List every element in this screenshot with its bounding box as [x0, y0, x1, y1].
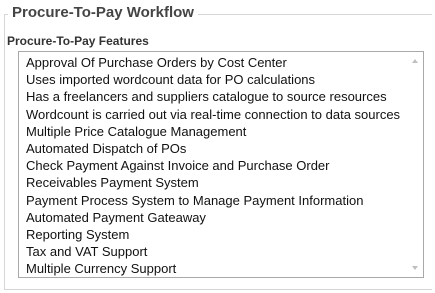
list-item[interactable]: Check Payment Against Invoice and Purcha… [26, 157, 406, 174]
list-item[interactable]: Payment Process System to Manage Payment… [26, 192, 406, 209]
list-item[interactable]: Reporting System [26, 226, 406, 243]
features-label: Procure-To-Pay Features [7, 34, 149, 48]
list-item[interactable]: Receivables Payment System [26, 174, 406, 191]
list-item[interactable]: Approval Of Purchase Orders by Cost Cent… [26, 54, 406, 71]
list-item[interactable]: Uses imported wordcount data for PO calc… [26, 71, 406, 88]
features-listbox[interactable]: Approval Of Purchase Orders by Cost Cent… [18, 51, 424, 278]
list-item[interactable]: Has a freelancers and suppliers catalogu… [26, 88, 406, 105]
list-item[interactable]: Automated Dispatch of POs [26, 140, 406, 157]
list-item[interactable]: Wordcount is carried out via real-time c… [26, 106, 406, 123]
workflow-title: Procure-To-Pay Workflow [8, 3, 198, 23]
list-item[interactable]: Tax and VAT Support [26, 243, 406, 260]
list-item[interactable]: Multiple Price Catalogue Management [26, 123, 406, 140]
list-item[interactable]: Multiple Currency Support [26, 260, 406, 277]
vertical-scrollbar[interactable] [406, 52, 423, 277]
chevron-up-icon[interactable] [406, 54, 423, 68]
chevron-down-icon[interactable] [406, 261, 423, 275]
list-item[interactable]: Automated Payment Gateaway [26, 209, 406, 226]
